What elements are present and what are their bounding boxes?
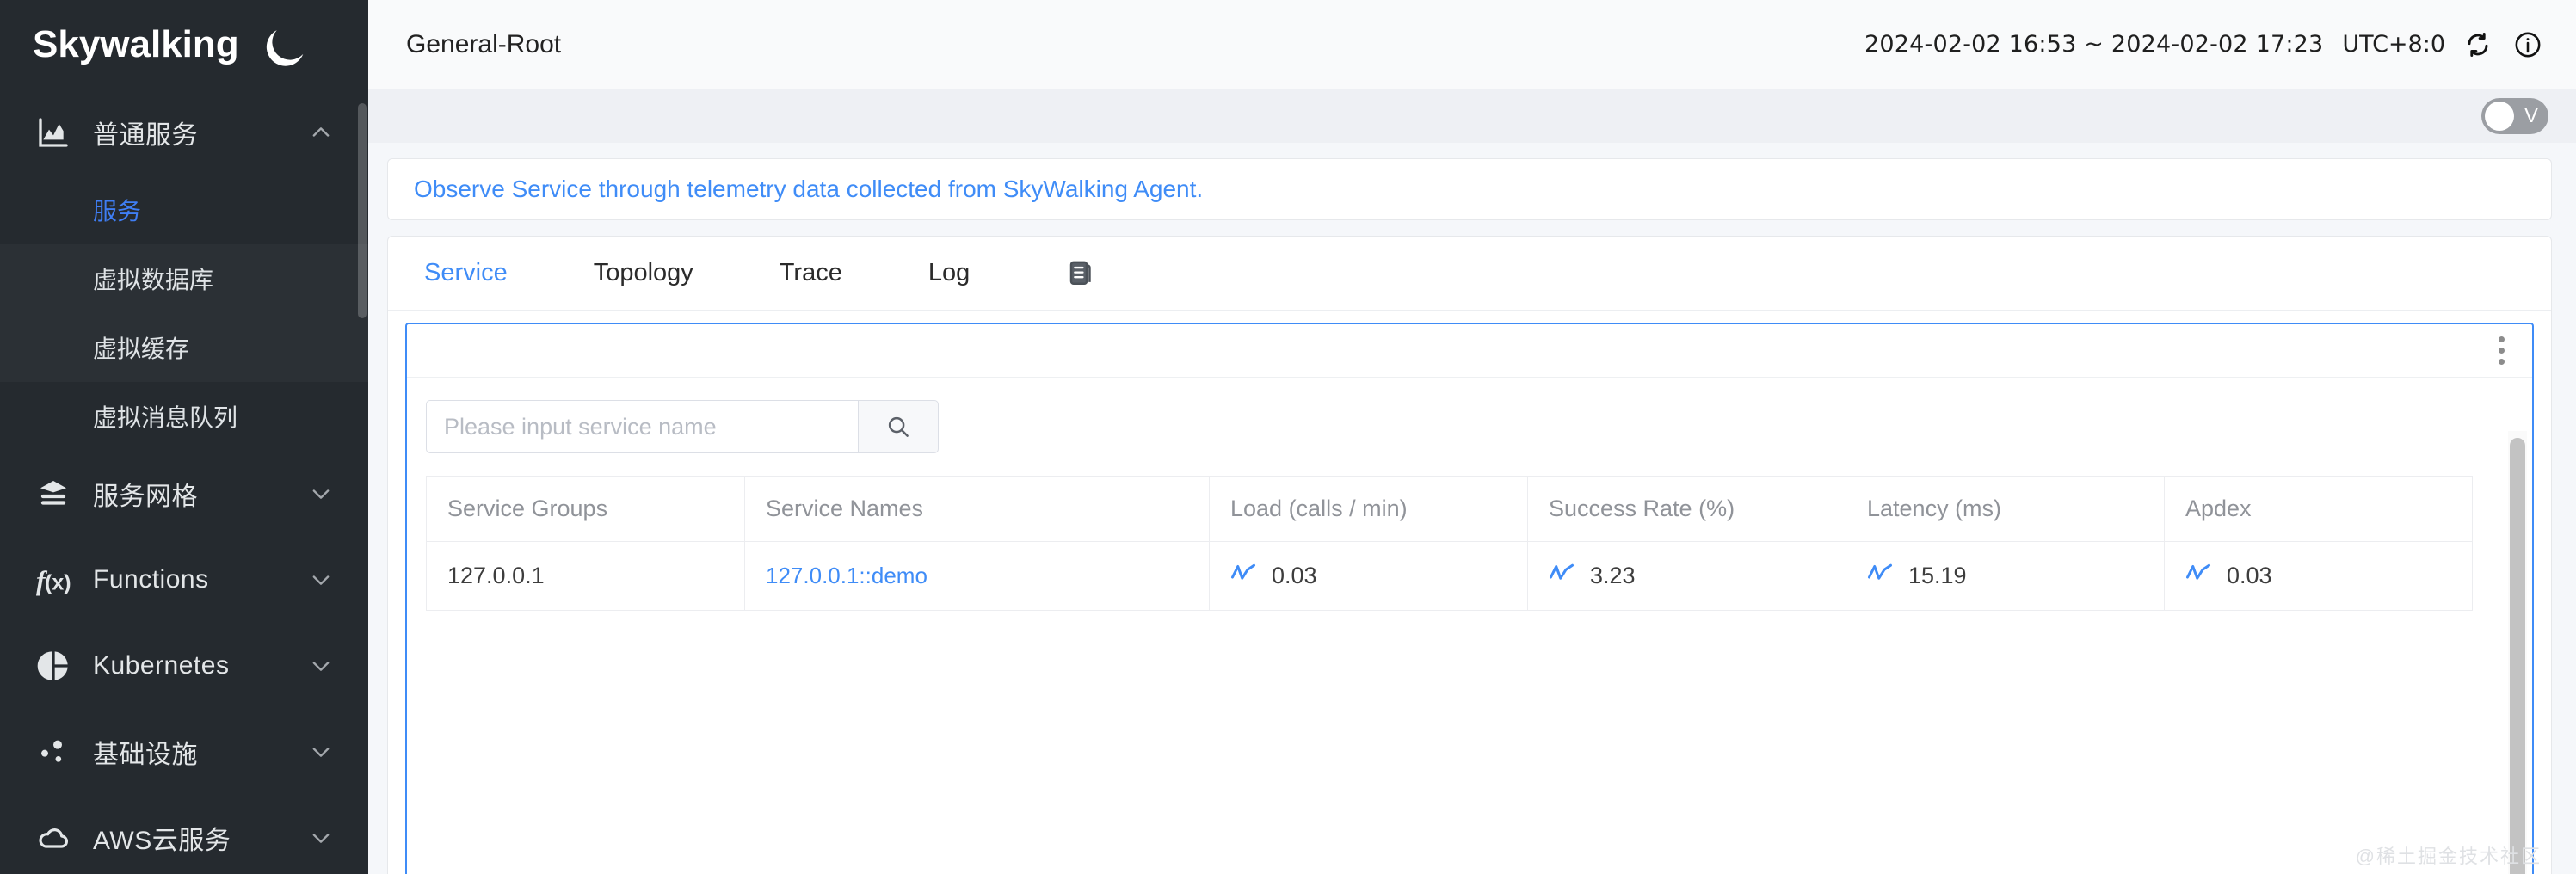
cell-load: 0.03 — [1210, 542, 1528, 611]
sidebar-item-virtual-cache[interactable]: 虚拟缓存 — [0, 313, 368, 382]
sidebar-group-label: Functions — [93, 565, 308, 594]
sidebar-group-functions[interactable]: f (x) Functions — [0, 537, 368, 623]
top-bar: General-Root 2024-02-02 16:53 ~ 2024-02-… — [368, 0, 2576, 89]
chevron-up-icon[interactable] — [308, 120, 334, 145]
main-area: General-Root 2024-02-02 16:53 ~ 2024-02-… — [368, 0, 2576, 874]
time-range-picker[interactable]: 2024-02-02 16:53 ~ 2024-02-02 17:23 — [1864, 31, 2323, 58]
table-header-row: Service Groups Service Names Load (calls… — [427, 477, 2473, 542]
service-table: Service Groups Service Names Load (calls… — [426, 476, 2473, 611]
col-apdex: Apdex — [2165, 477, 2473, 542]
sidebar-group-label: 基础设施 — [93, 733, 308, 771]
sidebar-group-label: Kubernetes — [93, 651, 308, 680]
cell-service-group: 127.0.0.1 — [427, 542, 745, 611]
sidebar-group-service-mesh[interactable]: 服务网格 — [0, 451, 368, 537]
col-load: Load (calls / min) — [1210, 477, 1528, 542]
card-scrollbar-thumb[interactable] — [2510, 438, 2525, 874]
search-row — [426, 400, 2532, 453]
sidebar-group-kubernetes[interactable]: Kubernetes — [0, 623, 368, 709]
view-mode-toggle[interactable]: V — [2481, 98, 2548, 134]
tab-trace[interactable]: Trace — [780, 259, 842, 287]
metric-value: 15.19 — [1908, 563, 1967, 589]
info-circle-icon[interactable] — [2511, 28, 2545, 62]
card-body: Service Groups Service Names Load (calls… — [407, 378, 2532, 874]
metric-value: 0.03 — [1272, 563, 1317, 589]
svg-text:(x): (x) — [45, 571, 71, 595]
cell-service-name[interactable]: 127.0.0.1::demo — [745, 542, 1210, 611]
chart-bar-icon — [34, 114, 72, 151]
sidebar-group-infrastructure[interactable]: 基础设施 — [0, 709, 368, 795]
service-list-card: Service Groups Service Names Load (calls… — [405, 323, 2534, 874]
cloud-icon — [34, 819, 72, 857]
sparkline-icon[interactable] — [1549, 562, 1575, 590]
nodes-icon — [34, 733, 72, 771]
sidebar-group-aws-cloud[interactable]: AWS云服务 — [0, 795, 368, 874]
sparkline-icon[interactable] — [1867, 562, 1893, 590]
table-row[interactable]: 127.0.0.1 127.0.0.1::demo — [427, 542, 2473, 611]
chevron-down-icon[interactable] — [308, 567, 334, 593]
sidebar-item-virtual-mq[interactable]: 虚拟消息队列 — [0, 382, 368, 451]
service-name-link[interactable]: 127.0.0.1::demo — [766, 563, 927, 588]
pie-chart-icon — [34, 647, 72, 685]
sparkline-icon[interactable] — [1230, 562, 1256, 590]
tab-service[interactable]: Service — [424, 259, 508, 287]
chevron-down-icon[interactable] — [308, 653, 334, 679]
col-service-names: Service Names — [745, 477, 1210, 542]
svg-text:Skywalking: Skywalking — [33, 23, 239, 65]
cell-success-rate: 3.23 — [1528, 542, 1846, 611]
sidebar-item-label: 虚拟缓存 — [93, 330, 189, 365]
search-box — [426, 400, 939, 453]
sidebar-group-label: 服务网格 — [93, 475, 308, 513]
sidebar-scrollbar-thumb[interactable] — [358, 103, 367, 318]
metric-value: 0.03 — [2227, 563, 2272, 589]
col-success-rate: Success Rate (%) — [1528, 477, 1846, 542]
sparkline-icon[interactable] — [2185, 562, 2211, 590]
cell-latency: 15.19 — [1846, 542, 2165, 611]
cell-apdex: 0.03 — [2165, 542, 2473, 611]
content-area: Observe Service through telemetry data c… — [368, 143, 2576, 874]
sidebar-group-label: AWS云服务 — [93, 819, 308, 857]
refresh-icon[interactable] — [2461, 28, 2495, 62]
search-button[interactable] — [858, 400, 939, 453]
sidebar: Skywalking 普通服务 服务 — [0, 0, 368, 874]
search-input[interactable] — [426, 400, 858, 453]
card-header — [407, 324, 2532, 378]
col-service-groups: Service Groups — [427, 477, 745, 542]
tab-bar: Service Topology Trace Log — [388, 237, 2551, 311]
brand-logo[interactable]: Skywalking — [0, 0, 368, 89]
toggle-label: V — [2524, 106, 2538, 126]
skywalking-logo-icon: Skywalking — [33, 21, 317, 69]
tab-topology[interactable]: Topology — [594, 259, 693, 287]
col-latency: Latency (ms) — [1846, 477, 2165, 542]
service-panel: Service Topology Trace Log — [387, 236, 2552, 874]
chevron-down-icon[interactable] — [308, 825, 334, 851]
topbar-right: 2024-02-02 16:53 ~ 2024-02-02 17:23 UTC+… — [1864, 28, 2545, 62]
sidebar-group-label: 普通服务 — [93, 114, 308, 151]
sidebar-item-label: 虚拟数据库 — [93, 262, 213, 296]
function-icon: f (x) — [34, 561, 72, 599]
banner-text: Observe Service through telemetry data c… — [414, 175, 1203, 203]
sidebar-nav: 普通服务 服务 虚拟数据库 虚拟缓存 虚拟消息队列 — [0, 89, 368, 874]
sidebar-item-label: 虚拟消息队列 — [93, 399, 237, 434]
timezone-label: UTC+8:0 — [2342, 31, 2445, 58]
info-banner: Observe Service through telemetry data c… — [387, 158, 2552, 220]
sidebar-item-label: 服务 — [93, 193, 141, 227]
sidebar-item-service[interactable]: 服务 — [0, 175, 368, 244]
copy-icon[interactable] — [1064, 258, 1094, 289]
tab-log[interactable]: Log — [928, 259, 970, 287]
chevron-down-icon[interactable] — [308, 481, 334, 507]
metric-value: 3.23 — [1590, 563, 1636, 589]
kebab-menu-icon[interactable] — [2493, 331, 2510, 370]
sidebar-item-virtual-database[interactable]: 虚拟数据库 — [0, 244, 368, 313]
sidebar-group-general-service[interactable]: 普通服务 — [0, 89, 368, 175]
layers-icon — [34, 475, 72, 513]
toggle-knob — [2485, 102, 2514, 131]
view-switch-bar: V — [368, 89, 2576, 143]
chevron-down-icon[interactable] — [308, 739, 334, 765]
page-title: General-Root — [406, 30, 561, 59]
